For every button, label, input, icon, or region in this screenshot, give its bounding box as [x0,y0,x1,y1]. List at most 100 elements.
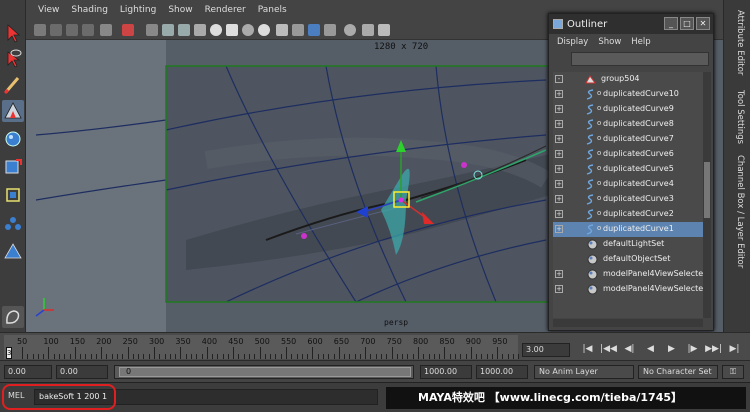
outliner-item[interactable]: + duplicatedCurve4 o [553,177,703,192]
tab-channel-box[interactable]: Channel Box / Layer Editor [729,155,745,268]
outliner-item[interactable]: + duplicatedCurve3 o [553,192,703,207]
outliner-vertical-scrollbar[interactable] [703,72,711,318]
outliner-horizontal-scrollbar[interactable] [553,319,703,327]
step-forward-key-icon[interactable]: ▶▶| [704,341,723,357]
outliner-item[interactable]: - group504 [553,72,703,87]
sculpt-tool-icon[interactable] [2,100,24,122]
step-forward-frame-icon[interactable]: |▶ [683,341,702,357]
expand-toggle-icon[interactable]: + [555,210,563,218]
expand-toggle-icon[interactable]: + [555,285,563,293]
expand-toggle-icon[interactable]: + [555,90,563,98]
hud-icon[interactable] [378,24,390,36]
lasso-tool-icon[interactable] [2,47,24,69]
select-tool-icon[interactable] [2,22,24,44]
current-time-marker[interactable]: 3 [6,347,12,359]
outliner-item[interactable]: + modelPanel4ViewSelecte [553,282,703,297]
outliner-menu-display[interactable]: Display [557,37,588,47]
outliner-menu-help[interactable]: Help [631,37,650,47]
time-ruler[interactable]: 3 50 100 150 200 250 300 350 400 450 500 550 600 650… [4,335,520,359]
tab-tool-settings[interactable]: Tool Settings [729,90,745,144]
xray-joints-icon[interactable] [292,24,304,36]
expand-toggle-icon[interactable]: + [555,225,563,233]
paint-select-tool-icon[interactable] [2,74,24,96]
texture-icon[interactable] [194,24,206,36]
scale-tool-icon[interactable] [2,184,24,206]
step-back-key-icon[interactable]: |◀◀ [599,341,618,357]
play-forward-icon[interactable]: ▶ [662,341,681,357]
expand-toggle-icon[interactable]: - [555,75,563,83]
play-backward-icon[interactable]: ◀ [641,341,660,357]
expand-toggle-icon[interactable]: + [555,105,563,113]
expand-toggle-icon[interactable]: + [555,270,563,278]
outliner-list[interactable]: - group504 + duplicatedCurve10 o + duplicatedC… [553,72,703,318]
outliner-item[interactable]: + duplicatedCurve10 o [553,87,703,102]
start-time-field[interactable]: 0.00 [4,365,52,379]
minimize-button[interactable]: _ [664,17,678,30]
soft-mod-tool-icon[interactable] [2,240,24,262]
menu-view[interactable]: View [32,5,65,15]
key-icon[interactable]: ⚿ [722,365,744,379]
expand-toggle-icon[interactable]: + [555,120,563,128]
xray-icon[interactable] [276,24,288,36]
outliner-item[interactable]: + duplicatedCurve9 o [553,102,703,117]
isolate-icon[interactable] [308,24,320,36]
outliner-item[interactable]: + duplicatedCurve6 o [553,147,703,162]
menu-show[interactable]: Show [162,5,198,15]
menu-lighting[interactable]: Lighting [114,5,162,15]
range-slider-handle[interactable]: 0 [119,367,411,377]
anim-end-field[interactable]: 1000.00 [420,365,472,379]
expand-toggle-icon[interactable]: + [555,150,563,158]
isolate-select-icon[interactable] [362,24,374,36]
outliner-item[interactable]: defaultLightSet [553,237,703,252]
outliner-item[interactable]: defaultObjectSet [553,252,703,267]
anim-start-field[interactable]: 0.00 [56,365,108,379]
menu-shading[interactable]: Shading [65,5,114,15]
rotate-tool-icon[interactable] [2,156,24,178]
maximize-button[interactable]: □ [680,17,694,30]
expand-toggle-icon[interactable]: + [555,135,563,143]
layout-tool-icon[interactable] [2,306,24,328]
anim-layer-dropdown[interactable]: No Anim Layer [534,365,634,379]
motion-blur-icon[interactable] [258,24,270,36]
character-set-dropdown[interactable]: No Character Set [638,365,718,379]
smooth-shade-icon[interactable] [162,24,174,36]
outliner-item[interactable]: + duplicatedCurve1 o [553,222,703,237]
menu-panels[interactable]: Panels [252,5,293,15]
close-button[interactable]: ✕ [696,17,710,30]
outliner-item[interactable]: + duplicatedCurve2 o [553,207,703,222]
ssao-icon[interactable] [344,24,356,36]
camera-icon[interactable] [34,24,46,36]
expand-toggle-icon[interactable]: + [555,195,563,203]
go-to-start-icon[interactable]: |◀ [578,341,597,357]
range-slider[interactable]: 0 [114,365,414,379]
outliner-item[interactable]: + duplicatedCurve8 o [553,117,703,132]
expand-toggle-icon[interactable]: + [555,165,563,173]
outliner-item[interactable]: + duplicatedCurve5 o [553,162,703,177]
manipulator-tool-icon[interactable] [2,212,24,234]
end-time-field[interactable]: 1000.00 [476,365,528,379]
current-frame-field[interactable]: 3.00 [522,343,570,357]
menu-renderer[interactable]: Renderer [199,5,252,15]
wire-on-shaded-icon[interactable] [178,24,190,36]
ao-icon[interactable] [242,24,254,36]
xray-active-icon[interactable] [324,24,336,36]
outliner-item[interactable]: + duplicatedCurve7 o [553,132,703,147]
grid-icon[interactable] [100,24,112,36]
camera-attr-icon[interactable] [50,24,62,36]
wireframe-icon[interactable] [146,24,158,36]
outliner-filter-field[interactable] [571,52,709,66]
lights-icon[interactable] [210,24,222,36]
shadows-icon[interactable] [226,24,238,36]
outliner-item[interactable]: + modelPanel4ViewSelecte [553,267,703,282]
hierarchy-connector-icon: o [597,89,602,97]
film-gate-icon[interactable] [122,24,134,36]
outliner-menu-show[interactable]: Show [598,37,621,47]
bookmark-icon[interactable] [66,24,78,36]
go-to-end-icon[interactable]: ▶| [725,341,744,357]
outliner-titlebar[interactable]: Outliner _ □ ✕ [549,14,713,34]
image-plane-icon[interactable] [82,24,94,36]
tab-attribute-editor[interactable]: Attribute Editor [729,10,745,75]
move-tool-icon[interactable] [2,128,24,150]
step-back-frame-icon[interactable]: ◀| [620,341,639,357]
expand-toggle-icon[interactable]: + [555,180,563,188]
